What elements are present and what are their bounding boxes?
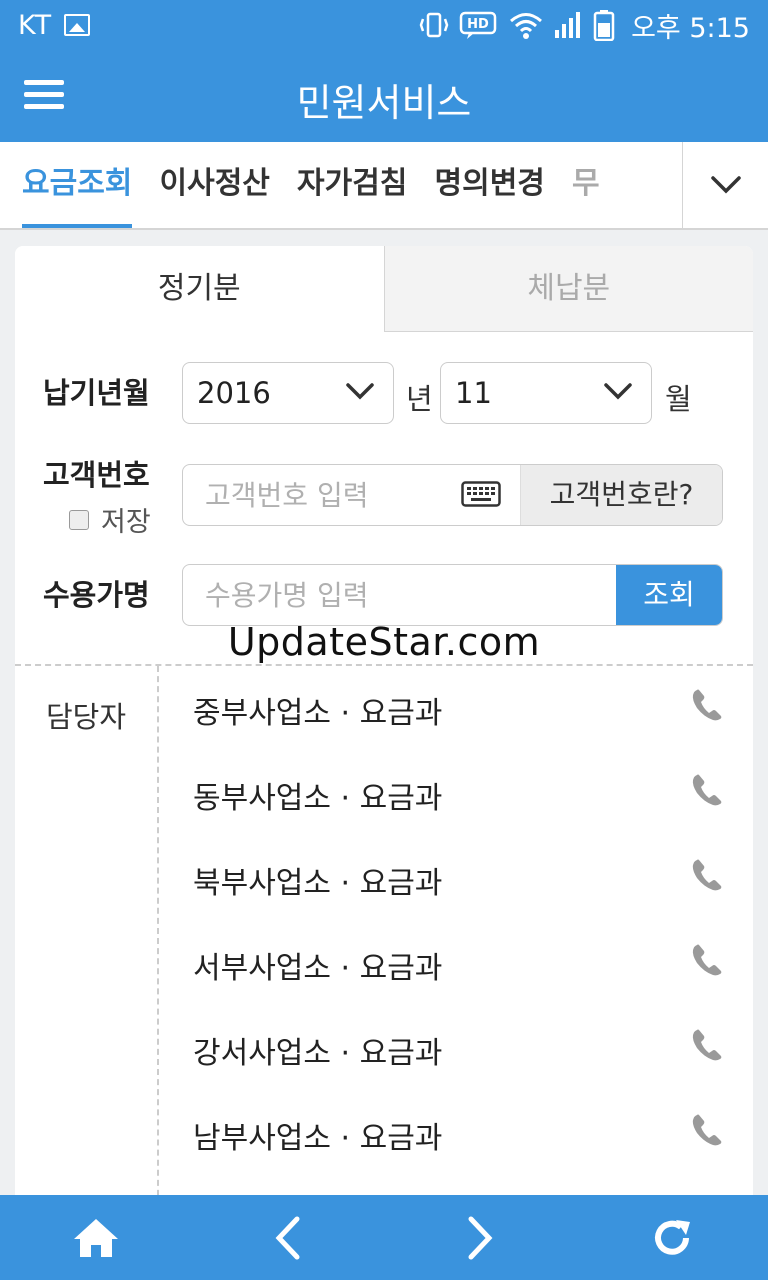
signal-icon <box>553 10 583 40</box>
contact-name: 서부사업소 · 요금과 <box>193 951 443 986</box>
customer-name-field: 조회 <box>182 564 723 626</box>
due-month-label: 납기년월 <box>43 376 150 410</box>
contact-row[interactable]: 남부사업소 · 요금과 <box>159 1091 753 1176</box>
refresh-icon <box>655 1219 690 1255</box>
tab-name-change[interactable]: 명의변경 <box>435 142 545 228</box>
keyboard-icon[interactable] <box>461 481 501 507</box>
chevron-right-icon <box>468 1216 493 1259</box>
chevron-down-icon <box>604 383 632 400</box>
tab-move-settlement[interactable]: 이사정산 <box>160 142 270 228</box>
hd-text: HD <box>467 17 489 32</box>
contacts-section: 담당자 중부사업소 · 요금과 동부사업소 · 요금과 북부사업소 · 요금과 … <box>15 664 753 1196</box>
segment-overdue[interactable]: 체납분 <box>383 246 753 332</box>
phone-icon[interactable] <box>691 688 723 722</box>
tab-fee-inquiry[interactable]: 요금조회 <box>22 142 133 228</box>
contact-row[interactable]: 동부사업소 · 요금과 <box>159 751 753 836</box>
forward-button[interactable] <box>432 1195 528 1280</box>
tabs-more-button[interactable] <box>682 142 768 228</box>
status-icons: HD 오후 5:15 <box>419 6 750 45</box>
contact-row[interactable]: 강서사업소 · 요금과 <box>159 1006 753 1091</box>
contact-name: 남부사업소 · 요금과 <box>193 1121 443 1156</box>
status-bar: KT HD 오후 5:15 <box>0 0 768 50</box>
page-title: 민원서비스 <box>296 81 472 125</box>
customer-no-label: 고객번호 <box>43 458 150 492</box>
phone-icon[interactable] <box>691 1028 723 1062</box>
battery-icon <box>593 9 615 41</box>
customer-no-field: 고객번호란? <box>182 464 723 526</box>
image-notification-icon <box>64 14 91 36</box>
home-icon <box>74 1218 118 1257</box>
year-select[interactable]: 2016 <box>182 362 394 424</box>
month-unit: 월 <box>665 382 692 416</box>
hd-voice-icon: HD <box>459 10 499 40</box>
contact-row[interactable]: 중부사업소 · 요금과 <box>159 666 753 751</box>
month-value: 11 <box>455 376 492 410</box>
vibrate-icon <box>419 11 449 39</box>
tab-strip: 요금조회 이사정산 자가검침 명의변경 무 <box>0 142 682 228</box>
customer-name-label: 수용가명 <box>43 578 150 612</box>
bottom-nav <box>0 1195 768 1280</box>
segment-control: 정기분 체납분 <box>15 246 753 332</box>
phone-icon[interactable] <box>691 943 723 977</box>
contact-row[interactable]: 북부사업소 · 요금과 <box>159 836 753 921</box>
tab-self-reading[interactable]: 자가검침 <box>297 142 407 228</box>
refresh-button[interactable] <box>624 1195 720 1280</box>
inquiry-card: 정기분 체납분 납기년월 2016 년 11 월 고객번호 저장 고객번호란? … <box>15 246 753 1196</box>
month-select[interactable]: 11 <box>440 362 652 424</box>
contacts-label: 담당자 <box>15 666 159 1196</box>
phone-icon[interactable] <box>691 858 723 892</box>
contact-row[interactable]: 서부사업소 · 요금과 <box>159 921 753 1006</box>
home-button[interactable] <box>48 1195 144 1280</box>
chevron-down-icon <box>710 176 741 194</box>
phone-icon[interactable] <box>691 773 723 807</box>
contact-name: 중부사업소 · 요금과 <box>193 696 443 731</box>
search-button[interactable]: 조회 <box>616 565 722 625</box>
carrier-label: KT <box>18 9 53 41</box>
watermark: UpdateStar.com <box>227 620 541 664</box>
clock: 오후 5:15 <box>631 12 750 44</box>
contact-name: 북부사업소 · 요금과 <box>193 866 443 901</box>
segment-regular[interactable]: 정기분 <box>15 246 384 332</box>
customer-name-input[interactable] <box>183 565 613 625</box>
contact-name: 동부사업소 · 요금과 <box>193 781 443 816</box>
service-tabs: 요금조회 이사정산 자가검침 명의변경 무 <box>0 142 768 230</box>
save-checkbox[interactable]: 저장 <box>69 500 151 539</box>
customer-no-input[interactable] <box>183 465 453 525</box>
chevron-down-icon <box>346 383 374 400</box>
app-bar: 민원서비스 <box>0 50 768 142</box>
year-value: 2016 <box>197 376 271 410</box>
save-label: 저장 <box>101 507 151 538</box>
back-button[interactable] <box>240 1195 336 1280</box>
checkbox-box[interactable] <box>69 509 89 530</box>
phone-icon[interactable] <box>691 1113 723 1147</box>
customer-no-help-button[interactable]: 고객번호란? <box>520 465 722 525</box>
wifi-icon <box>509 10 543 40</box>
chevron-left-icon <box>275 1216 300 1259</box>
tab-next-partial[interactable]: 무 <box>572 142 600 228</box>
year-unit: 년 <box>406 382 433 416</box>
app-root: KT HD 오후 5:15 민원서비스 요금조회 이사정산 자가검침 명의변경 … <box>0 0 768 1280</box>
contact-name: 강서사업소 · 요금과 <box>193 1036 443 1071</box>
